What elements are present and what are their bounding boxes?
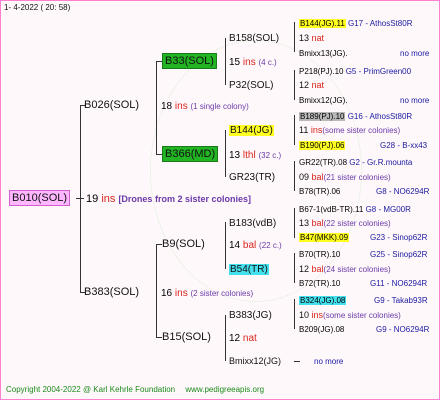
gen4-row[interactable]: Bmixx13(JG).: [299, 47, 347, 60]
gen3-name[interactable]: GR23(TR): [229, 171, 275, 184]
connector-line: [225, 130, 226, 177]
connector-line: [294, 299, 295, 329]
gen4-row[interactable]: B144(JG).11 G17 - AthosSt80R: [299, 17, 412, 30]
gen1-top-note: (1 single colony): [190, 102, 249, 111]
gen4-ref: no more: [400, 49, 430, 58]
gen1-top-info: 18 ins (1 single colony): [161, 100, 249, 113]
gen2-name[interactable]: B9(SOL): [162, 238, 205, 251]
gen1-bottom-name[interactable]: B383(SOL): [84, 286, 139, 299]
gen3-info: 13 nat: [299, 33, 325, 43]
gen4-row[interactable]: B72(TR).10: [299, 277, 340, 290]
gen2-name[interactable]: B33(SOL): [162, 53, 217, 69]
connector-line: [225, 315, 226, 361]
connector-line: [294, 361, 300, 362]
footer-copyright: Copyright 2004-2022 @ Karl Kehrle Founda…: [6, 385, 176, 394]
connector-line: [156, 61, 157, 154]
gen4-row[interactable]: B70(TR).10: [299, 248, 340, 261]
root-note: [Drones from 2 sister colonies]: [118, 194, 251, 204]
connector-line: [294, 115, 295, 145]
footer-url[interactable]: www.pedigreeapis.org: [185, 385, 264, 394]
gen1-top-name[interactable]: B026(SOL): [84, 99, 139, 112]
connector-line: [225, 222, 226, 269]
gen1-top-ins: ins: [174, 101, 188, 112]
gen1-bottom-note: (2 sister colonies): [190, 289, 254, 298]
gen4-ref: G25 - Sinop62R: [370, 250, 428, 259]
gen4-row[interactable]: B190(PJ).06: [299, 139, 346, 152]
gen3-info: 12 nat: [299, 80, 325, 90]
gen4-ref: no more: [400, 96, 430, 105]
connector-line: [225, 38, 226, 85]
gen4-ref: G28 - B-xx43: [380, 141, 428, 150]
gen4-row[interactable]: B47(MKK).09: [299, 231, 350, 244]
gen3-info: 10 ins(some sister colonies): [299, 310, 401, 320]
gen4-row[interactable]: B209(JG).08: [299, 323, 344, 336]
gen3-name[interactable]: B144(JG): [229, 124, 274, 137]
gen3-info: 09 bal(21 sister colonies): [299, 172, 391, 182]
gen2-info: 14 bal (22 c.): [229, 240, 282, 251]
gen4-row[interactable]: B324(JG).08: [299, 294, 347, 307]
connector-line: [294, 161, 295, 191]
connector-line: [294, 22, 295, 52]
connector-line: [294, 70, 295, 100]
gen3-note: no more: [314, 357, 344, 366]
gen4-ref: G9 - NO6294R: [376, 325, 430, 334]
root-queen[interactable]: B010(SOL): [9, 190, 71, 206]
gen1-bottom-info: 16 ins (2 sister colonies): [161, 287, 253, 300]
gen1-bottom-ins: ins: [174, 288, 188, 299]
gen4-row[interactable]: B67-1(vdB-TR).11 G8 - MG00R: [299, 203, 411, 216]
root-info: 19 ins [Drones from 2 sister colonies]: [86, 193, 251, 206]
gen3-info: 13 bal(22 sister colonies): [299, 218, 391, 228]
gen3-name[interactable]: B54(TR): [229, 263, 269, 276]
header-date: 1- 4-2022 ( 20: 58): [4, 3, 71, 12]
gen4-ref: G11 - NO6294R: [370, 279, 428, 288]
root-name[interactable]: B010(SOL): [9, 190, 71, 206]
gen1-top-year: 18: [161, 101, 173, 112]
gen3-name[interactable]: B183(vdB): [229, 217, 276, 230]
connector-line: [156, 244, 157, 337]
gen4-row[interactable]: GR22(TR).08 G2 - Gr.R.mounta: [299, 156, 412, 169]
gen3-info: 11 ins(some sister colonies): [299, 125, 401, 135]
gen4-ref: G23 - Sinop62R: [370, 233, 428, 242]
footer: Copyright 2004-2022 @ Karl Kehrle Founda…: [6, 385, 264, 394]
connector-line: [294, 208, 295, 238]
gen2-info: 12 nat: [229, 333, 257, 344]
gen3-name[interactable]: B383(JG): [229, 309, 272, 322]
gen4-row[interactable]: P218(PJ).10 G5 - PrimGreen00: [299, 65, 411, 78]
gen2-info: 13 lthl (32 c.): [229, 150, 282, 161]
gen4-row[interactable]: Bmixx12(JG).: [299, 94, 347, 107]
gen3-info: 12 bal(24 sister colonies): [299, 264, 391, 274]
gen3-name[interactable]: B158(SOL): [229, 32, 279, 45]
gen3-name[interactable]: Bmixx12(JG): [229, 355, 281, 368]
root-ins: ins: [101, 193, 116, 205]
gen4-row[interactable]: B78(TR).06: [299, 185, 340, 198]
connector-line: [76, 198, 84, 199]
gen2-info: 15 ins (4 c.): [229, 57, 277, 68]
gen3-name[interactable]: P32(SOL): [229, 79, 273, 92]
gen4-ref: G9 - Takab93R: [374, 296, 428, 305]
root-year: 19: [86, 193, 99, 205]
gen2-name[interactable]: B15(SOL): [162, 331, 211, 344]
gen1-bottom-year: 16: [161, 288, 173, 299]
connector-line: [294, 253, 295, 283]
gen2-name[interactable]: B366(MD): [162, 146, 219, 162]
gen4-ref: G8 - NO6294R: [376, 187, 430, 196]
gen4-row[interactable]: B189(PJ).10 G16 - AthosSt80R: [299, 110, 412, 123]
